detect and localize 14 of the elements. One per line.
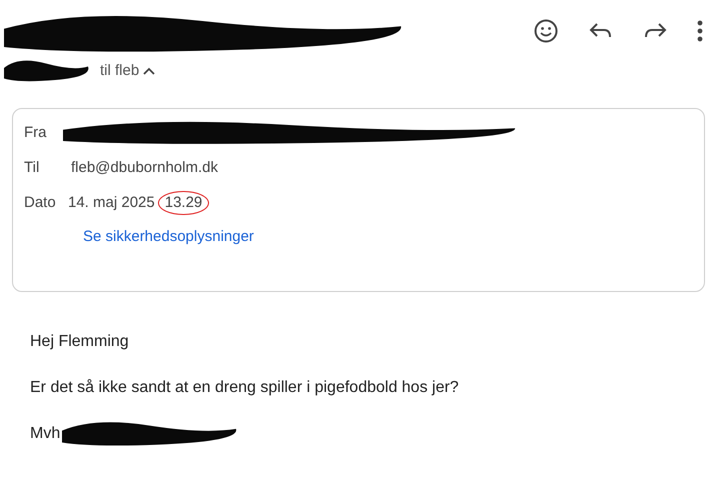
recipient-line: til fleb (100, 60, 140, 81)
signature-text: Mvh (30, 424, 60, 444)
detail-value: 14. maj 2025 (68, 192, 155, 213)
body-text: Hej Flemming (30, 332, 129, 352)
detail-label: Fra (24, 122, 48, 143)
caret-icon[interactable] (143, 67, 156, 75)
body-text: Er det så ikke sandt at en dreng spiller i pigefodbold hos jer? (30, 378, 459, 398)
detail-label: Dato (24, 192, 57, 213)
detail-value: fleb@dbubornholm.dk (71, 158, 218, 178)
time-text: 13.29 (158, 190, 210, 216)
smiley-icon[interactable] (533, 18, 559, 44)
security-link[interactable]: Se sikkerhedsoplysninger (24, 226, 693, 248)
detail-label: Til (24, 158, 40, 178)
more-icon[interactable] (697, 20, 703, 42)
